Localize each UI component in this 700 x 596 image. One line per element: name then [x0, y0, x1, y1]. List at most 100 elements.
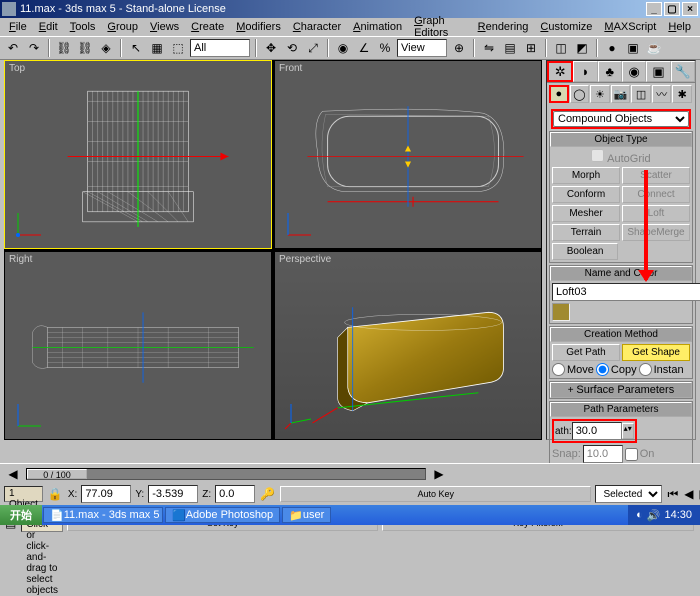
morph-button[interactable]: Morph: [552, 167, 620, 184]
time-slider[interactable]: 0 / 100: [26, 468, 426, 480]
menu-views[interactable]: Views: [145, 20, 184, 34]
lock-icon[interactable]: 🔒: [47, 485, 64, 503]
move-icon[interactable]: ✥: [262, 39, 280, 57]
key-icon[interactable]: 🔑: [259, 485, 276, 503]
menu-create[interactable]: Create: [186, 20, 229, 34]
terrain-button[interactable]: Terrain: [552, 224, 620, 241]
goto-start-icon[interactable]: ⏮: [666, 485, 679, 503]
max-button[interactable]: ▢: [664, 2, 680, 16]
percent-snap-icon[interactable]: %: [376, 39, 394, 57]
scatter-button[interactable]: Scatter: [622, 167, 690, 184]
select-icon[interactable]: ↖: [127, 39, 145, 57]
menu-help[interactable]: Help: [663, 20, 696, 34]
start-button[interactable]: 开始: [0, 505, 42, 525]
center-icon[interactable]: ⊕: [450, 39, 468, 57]
connect-button[interactable]: Connect: [622, 186, 690, 203]
menu-customize[interactable]: Customize: [535, 20, 597, 34]
snap-icon[interactable]: ◉: [334, 39, 352, 57]
angle-snap-icon[interactable]: ∠: [355, 39, 373, 57]
close-button[interactable]: ×: [682, 2, 698, 16]
hierarchy-tab[interactable]: ♣: [598, 61, 622, 82]
rotate-icon[interactable]: ⟲: [283, 39, 301, 57]
instance-radio[interactable]: [639, 363, 652, 376]
color-swatch[interactable]: [552, 303, 570, 321]
menu-maxscript[interactable]: MAXScript: [599, 20, 661, 34]
menu-rendering[interactable]: Rendering: [473, 20, 534, 34]
viewport-front[interactable]: Front: [274, 60, 542, 249]
region-icon[interactable]: ⬚: [169, 39, 187, 57]
helpers-icon[interactable]: ◫: [631, 85, 651, 103]
material-icon[interactable]: ●: [603, 39, 621, 57]
utilities-tab[interactable]: 🔧: [671, 61, 695, 82]
surface-params-header[interactable]: + Surface Parameters: [550, 382, 692, 398]
viewport-perspective[interactable]: Perspective: [274, 251, 542, 440]
render-scene-icon[interactable]: ▣: [624, 39, 642, 57]
select-name-icon[interactable]: ▦: [148, 39, 166, 57]
lights-icon[interactable]: ☀: [590, 85, 610, 103]
menu-file[interactable]: File: [4, 20, 32, 34]
modify-tab[interactable]: ◗: [573, 61, 597, 82]
creation-method-header[interactable]: Creation Method: [550, 327, 692, 342]
unlink-icon[interactable]: ⛓: [76, 39, 94, 57]
prev-key-icon[interactable]: ◀: [683, 485, 694, 503]
move-radio[interactable]: [552, 363, 565, 376]
link-icon[interactable]: ⛓: [55, 39, 73, 57]
task-photoshop[interactable]: 🟦Adobe Photoshop: [165, 507, 280, 523]
shapes-icon[interactable]: ◯: [570, 85, 590, 103]
menu-group[interactable]: Group: [102, 20, 143, 34]
get-path-button[interactable]: Get Path: [552, 344, 620, 361]
autokey-button[interactable]: Auto Key: [280, 486, 591, 502]
menu-grapheditors[interactable]: Graph Editors: [409, 14, 471, 40]
cameras-icon[interactable]: 📷: [611, 85, 631, 103]
selection-filter[interactable]: [190, 39, 250, 57]
viewport-right[interactable]: Right: [4, 251, 272, 440]
scale-icon[interactable]: ⤢: [304, 39, 322, 57]
get-shape-button[interactable]: Get Shape: [622, 344, 690, 361]
menu-tools[interactable]: Tools: [65, 20, 101, 34]
path-value-input[interactable]: [572, 422, 622, 440]
quick-render-icon[interactable]: ☕: [645, 39, 663, 57]
ref-coord[interactable]: [397, 39, 447, 57]
task-user[interactable]: 📁user: [282, 507, 331, 523]
trackview-icon[interactable]: ◩: [573, 39, 591, 57]
menu-modifiers[interactable]: Modifiers: [231, 20, 286, 34]
conform-button[interactable]: Conform: [552, 186, 620, 203]
menu-animation[interactable]: Animation: [348, 20, 407, 34]
motion-tab[interactable]: ◉: [622, 61, 646, 82]
array-icon[interactable]: ⊞: [522, 39, 540, 57]
prev-frame-icon[interactable]: ◀: [4, 465, 22, 483]
mirror-icon[interactable]: ⇋: [480, 39, 498, 57]
time-thumb[interactable]: 0 / 100: [27, 469, 87, 479]
loft-button[interactable]: Loft: [622, 205, 690, 222]
space-warps-icon[interactable]: 〰: [652, 85, 672, 103]
undo-icon[interactable]: ↶: [4, 39, 22, 57]
system-tray[interactable]: ◐ 🔊 14:30: [628, 505, 700, 525]
shapemerge-button[interactable]: ShapeMerge: [622, 224, 690, 241]
geometry-icon[interactable]: ●: [549, 85, 569, 103]
copy-radio[interactable]: [596, 363, 609, 376]
on-check[interactable]: [625, 448, 638, 461]
category-dropdown[interactable]: Compound Objects: [551, 109, 691, 129]
key-mode-select[interactable]: Selected: [595, 485, 662, 503]
display-tab[interactable]: ▣: [646, 61, 670, 82]
task-3dsmax[interactable]: 📄11.max - 3ds max 5 - Sta...: [43, 507, 163, 523]
tray-icon[interactable]: 🔊: [647, 509, 661, 522]
spinner-icon[interactable]: ▴▾: [622, 423, 634, 439]
tray-icon[interactable]: ◐: [636, 509, 643, 521]
mesher-button[interactable]: Mesher: [552, 205, 620, 222]
schematic-icon[interactable]: ◫: [552, 39, 570, 57]
boolean-button[interactable]: Boolean: [552, 243, 618, 260]
align-icon[interactable]: ▤: [501, 39, 519, 57]
menu-edit[interactable]: Edit: [34, 20, 63, 34]
object-type-header[interactable]: Object Type: [550, 132, 692, 147]
next-frame-icon[interactable]: ▶: [430, 465, 448, 483]
create-tab[interactable]: ✲: [547, 61, 573, 82]
redo-icon[interactable]: ↷: [25, 39, 43, 57]
object-name-input[interactable]: [552, 283, 700, 301]
bind-icon[interactable]: ◈: [97, 39, 115, 57]
min-button[interactable]: _: [646, 2, 662, 16]
y-coord[interactable]: [148, 485, 198, 503]
z-coord[interactable]: [215, 485, 255, 503]
x-coord[interactable]: [81, 485, 131, 503]
menu-character[interactable]: Character: [288, 20, 346, 34]
